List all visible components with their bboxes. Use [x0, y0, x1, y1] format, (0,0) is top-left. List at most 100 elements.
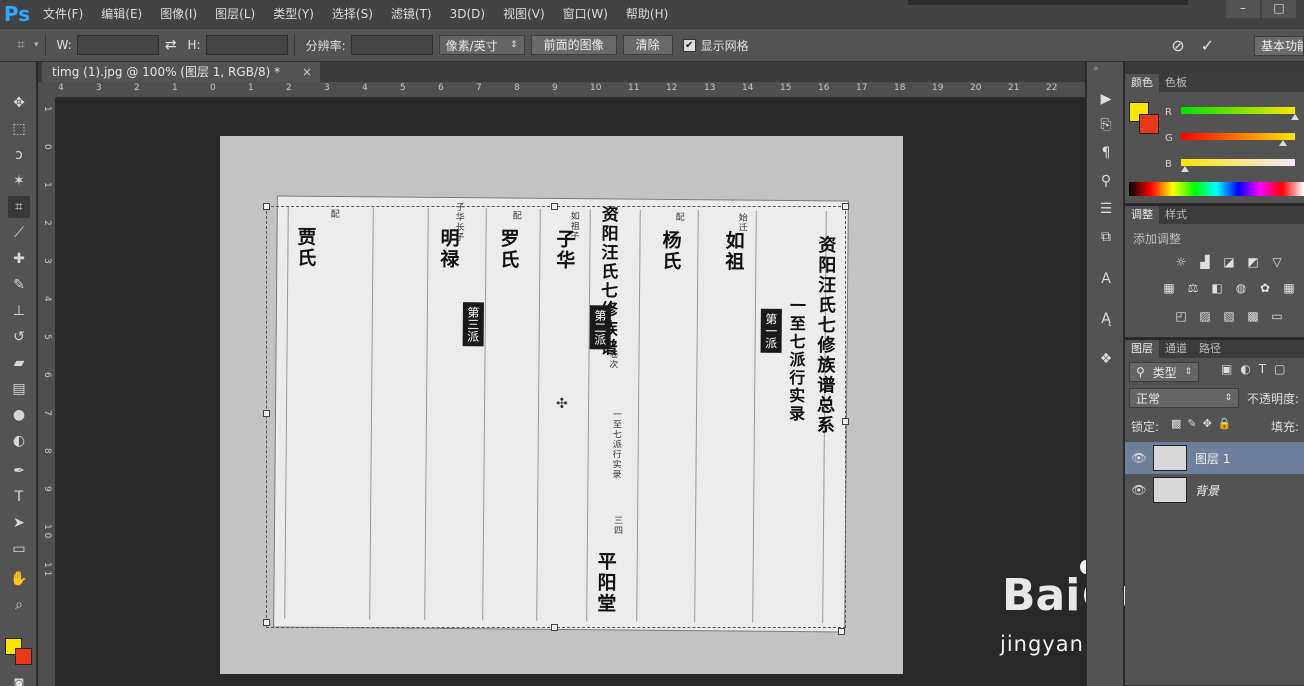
commit-crop-icon[interactable]: ✓: [1201, 36, 1214, 55]
show-grid-checkbox[interactable]: ✔: [682, 38, 696, 52]
photo-filter-icon[interactable]: ◍: [1233, 280, 1249, 296]
properties-icon[interactable]: ☰: [1095, 198, 1117, 220]
crop-frame[interactable]: [266, 206, 846, 628]
preset-dropdown-icon[interactable]: ▾: [34, 40, 39, 50]
character-icon[interactable]: A: [1095, 268, 1117, 290]
front-image-button[interactable]: 前面的图像: [530, 35, 617, 55]
document-tab[interactable]: timg (1).jpg @ 100% (图层 1, RGB/8) * ×: [42, 62, 320, 82]
channel-mixer-icon[interactable]: ✿: [1257, 280, 1273, 296]
menu-image[interactable]: 图像(I): [151, 0, 206, 28]
layer-filter-icons[interactable]: ▣◐T▢: [1221, 362, 1293, 376]
tab-channels[interactable]: 通道: [1159, 340, 1193, 358]
black-white-icon[interactable]: ◧: [1209, 280, 1225, 296]
marquee-tool-icon[interactable]: ⬚: [8, 118, 30, 140]
tab-layers[interactable]: 图层: [1125, 340, 1159, 358]
background-color-swatch[interactable]: [15, 648, 32, 665]
crop-handle[interactable]: [263, 203, 270, 210]
menu-type[interactable]: 类型(Y): [264, 0, 323, 28]
crop-handle[interactable]: [838, 628, 845, 635]
healing-brush-tool-icon[interactable]: ✚: [8, 248, 30, 270]
menu-window[interactable]: 窗口(W): [554, 0, 617, 28]
lock-icons[interactable]: ▩✎✥🔒: [1171, 417, 1238, 430]
menu-filter[interactable]: 滤镜(T): [382, 0, 441, 28]
hand-tool-icon[interactable]: ✋: [8, 568, 30, 590]
vibrance-icon[interactable]: ▽: [1269, 254, 1285, 270]
vertical-ruler[interactable]: 101234567891 01 1: [38, 98, 56, 686]
resolution-unit-select[interactable]: 像素/英寸 ⇕: [438, 35, 525, 55]
layer-row[interactable]: 👁 背景: [1125, 474, 1304, 506]
blue-slider[interactable]: B: [1165, 156, 1295, 172]
shape-tool-icon[interactable]: ▭: [8, 538, 30, 560]
crop-handle[interactable]: [551, 624, 558, 631]
history-brush-tool-icon[interactable]: ↺: [8, 326, 30, 348]
blend-mode-select[interactable]: 正常 ⇕: [1129, 388, 1239, 408]
color-lookup-icon[interactable]: ▦: [1281, 280, 1297, 296]
posterize-icon[interactable]: ▨: [1197, 308, 1213, 324]
workspace-button[interactable]: 基本功能: [1254, 36, 1304, 56]
type-tool-icon[interactable]: T: [8, 486, 30, 508]
pen-tool-icon[interactable]: ✒: [8, 460, 30, 482]
play-actions-icon[interactable]: ▶: [1095, 88, 1117, 110]
selective-color-icon[interactable]: ▩: [1245, 308, 1261, 324]
brush-preset-icon[interactable]: ⚲: [1095, 170, 1117, 192]
invert-icon[interactable]: ◰: [1173, 308, 1189, 324]
tab-adjustments[interactable]: 调整: [1125, 206, 1159, 224]
crop-handle[interactable]: [842, 203, 849, 210]
horizontal-ruler[interactable]: 4 3 2 1 0 1 2 3 4 5 6 7 8 9 10 11 12 13 14 15 16 17 18 19 20 21 22: [56, 82, 1085, 98]
width-input[interactable]: [76, 35, 159, 55]
tab-paths[interactable]: 路径: [1193, 340, 1227, 358]
swap-dimensions-icon[interactable]: ⇄: [165, 37, 177, 53]
minimize-button[interactable]: –: [1226, 0, 1260, 18]
3d-icon[interactable]: ❖: [1095, 348, 1117, 370]
collapse-icon[interactable]: »: [1093, 64, 1099, 74]
crop-handle[interactable]: [263, 410, 270, 417]
lasso-tool-icon[interactable]: ↄ: [8, 144, 30, 166]
dodge-tool-icon[interactable]: ◐: [8, 430, 30, 452]
hue-saturation-icon[interactable]: ▦: [1161, 280, 1177, 296]
crop-handle[interactable]: [842, 418, 849, 425]
color-spectrum[interactable]: [1129, 182, 1304, 196]
crop-tool-icon[interactable]: ⌗: [8, 196, 30, 218]
ruler-origin[interactable]: [38, 82, 56, 98]
green-slider[interactable]: G: [1165, 130, 1295, 146]
red-slider[interactable]: R: [1165, 104, 1299, 120]
crop-handle[interactable]: [263, 619, 270, 626]
visibility-eye-icon[interactable]: 👁: [1125, 451, 1153, 465]
tab-swatches[interactable]: 色板: [1159, 74, 1193, 92]
paragraph-icon[interactable]: ¶: [1095, 142, 1117, 164]
curves-icon[interactable]: ◪: [1221, 254, 1237, 270]
path-selection-tool-icon[interactable]: ➤: [8, 512, 30, 534]
exposure-icon[interactable]: ◩: [1245, 254, 1261, 270]
menu-3d[interactable]: 3D(D): [441, 0, 494, 28]
menu-layer[interactable]: 图层(L): [206, 0, 264, 28]
menu-edit[interactable]: 编辑(E): [92, 0, 151, 28]
threshold-icon[interactable]: ▧: [1221, 308, 1237, 324]
menu-view[interactable]: 视图(V): [494, 0, 554, 28]
tab-color[interactable]: 颜色: [1125, 74, 1159, 92]
maximize-button[interactable]: □: [1262, 0, 1296, 18]
resolution-input[interactable]: [350, 35, 433, 55]
gradient-map-icon[interactable]: ▭: [1269, 308, 1285, 324]
visibility-eye-icon[interactable]: 👁: [1125, 483, 1153, 497]
gradient-tool-icon[interactable]: ▤: [8, 378, 30, 400]
tab-styles[interactable]: 样式: [1159, 206, 1193, 224]
layer-row[interactable]: 👁 图层 1: [1125, 442, 1304, 474]
eyedropper-tool-icon[interactable]: ⟋: [8, 222, 30, 244]
blur-tool-icon[interactable]: ●: [8, 404, 30, 426]
zoom-tool-icon[interactable]: ⌕: [8, 594, 30, 616]
menu-help[interactable]: 帮助(H): [617, 0, 677, 28]
clone-source-icon[interactable]: ⧉: [1095, 226, 1117, 248]
menu-file[interactable]: 文件(F): [34, 0, 92, 28]
clone-stamp-tool-icon[interactable]: ⊥: [8, 300, 30, 322]
close-tab-icon[interactable]: ×: [302, 62, 312, 82]
layer-filter-select[interactable]: ⚲ 类型 ⇕: [1129, 362, 1199, 382]
magic-wand-tool-icon[interactable]: ✶: [8, 170, 30, 192]
brightness-icon[interactable]: ☼: [1173, 254, 1189, 270]
color-balance-icon[interactable]: ⚖: [1185, 280, 1201, 296]
brush-tool-icon[interactable]: ✎: [8, 274, 30, 296]
eraser-tool-icon[interactable]: ▰: [8, 352, 30, 374]
cancel-crop-icon[interactable]: ⊘: [1171, 36, 1184, 55]
background-color-swatch[interactable]: [1139, 114, 1159, 134]
history-icon[interactable]: ⎘: [1095, 114, 1117, 136]
height-input[interactable]: [205, 35, 288, 55]
